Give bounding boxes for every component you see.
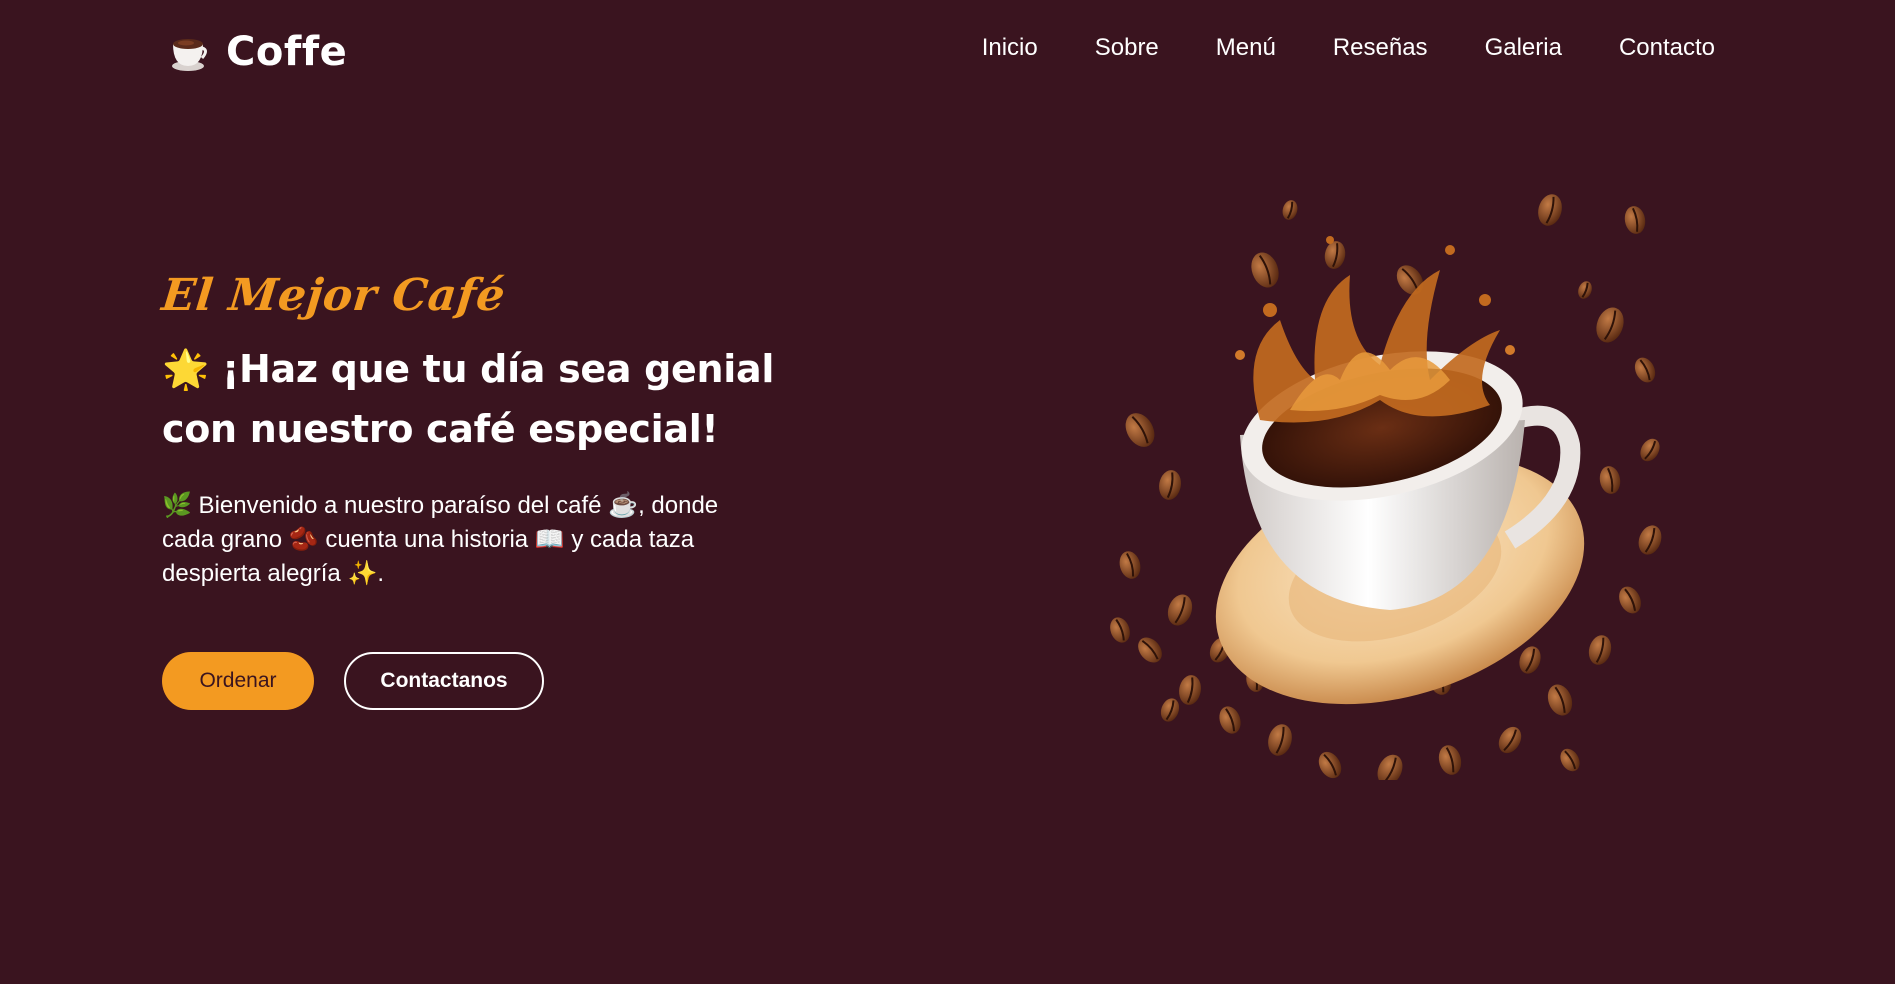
coffee-bean [1219, 706, 1241, 734]
brand-logo[interactable]: Coffe [166, 26, 347, 78]
intro-text: . [377, 560, 385, 587]
nav-item-contacto: Contacto [1619, 34, 1715, 62]
order-button[interactable]: Ordenar [162, 652, 314, 710]
coffee-bean [1578, 281, 1592, 299]
coffee-cup-icon [172, 39, 207, 71]
coffee-bean [1324, 241, 1346, 269]
nav-link-sobre[interactable]: Sobre [1095, 34, 1159, 61]
coffee-bean [1596, 307, 1624, 343]
coffee-bean [1251, 252, 1279, 288]
book-emoji-icon: 📖 [534, 526, 565, 553]
hero-headline-text: ¡Haz que tu día sea genial con nuestro c… [162, 347, 775, 451]
nav-link-galeria[interactable]: Galeria [1485, 34, 1562, 61]
top-navbar: Coffe Inicio Sobre Menú Reseñas Galeria … [0, 0, 1895, 106]
contact-button[interactable]: Contactanos [344, 652, 544, 710]
nav-link-menu[interactable]: Menú [1216, 34, 1276, 61]
coffee-bean [1640, 438, 1660, 462]
coffee-bean [1588, 635, 1612, 665]
coffee-bean [1318, 751, 1342, 779]
hero-intro: 🌿 Bienvenido a nuestro paraíso del café … [162, 489, 772, 591]
coffee-bean [1125, 413, 1155, 447]
nav-item-resenas: Reseñas [1333, 34, 1428, 62]
nav-link-inicio[interactable]: Inicio [982, 34, 1038, 61]
coffee-bean [1634, 357, 1656, 383]
nav-item-menu: Menú [1216, 34, 1276, 62]
coffee-bean [1547, 684, 1573, 716]
coffee-bean [1167, 594, 1193, 626]
hero-text: El Mejor Café 🌟 ¡Haz que tu día sea geni… [159, 270, 802, 591]
coffee-bean [1438, 745, 1462, 775]
coffee-emoji-icon: ☕ [608, 492, 639, 519]
coffee-bean [1519, 646, 1541, 674]
nav-item-inicio: Inicio [982, 34, 1038, 62]
coffee-bean [1268, 724, 1292, 756]
coffee-bean [1282, 200, 1298, 220]
coffee-bean [1538, 194, 1562, 226]
nav-link-resenas[interactable]: Reseñas [1333, 34, 1428, 61]
coffee-bean [1624, 206, 1646, 234]
coffee-bean [1599, 466, 1621, 494]
coffee-bean [1110, 617, 1130, 643]
nav-item-galeria: Galeria [1485, 34, 1562, 62]
hero-tagline: El Mejor Café [159, 270, 508, 321]
coffee-bean [1377, 754, 1403, 780]
hero-actions: Ordenar Contactanos [162, 652, 544, 710]
bean-emoji-icon: 🫘 [288, 526, 319, 553]
coffee-bean [1159, 470, 1181, 500]
nav-item-sobre: Sobre [1095, 34, 1159, 62]
coffee-bean [1138, 637, 1162, 663]
brand-name: Coffe [226, 29, 348, 75]
coffee-bean [1560, 748, 1580, 772]
nav-link-contacto[interactable]: Contacto [1619, 34, 1715, 61]
coffee-bean [1619, 586, 1641, 614]
intro-text: Bienvenido a nuestro paraíso del café [191, 492, 609, 519]
intro-text: cuenta una historia [318, 526, 535, 553]
coffee-cup-splash-image [1110, 194, 1662, 780]
leaf-emoji-icon: 🌿 [162, 492, 192, 519]
main-menu: Inicio Sobre Menú Reseñas Galeria Contac… [982, 34, 1715, 62]
sparkles-emoji-icon: ✨ [347, 560, 378, 587]
coffee-bean [1119, 551, 1141, 579]
coffee-bean [1498, 726, 1522, 754]
star-emoji-icon: 🌟 [162, 347, 210, 391]
coffee-bean [1160, 698, 1180, 722]
coffee-bean [1179, 675, 1201, 705]
hero-headline: 🌟 ¡Haz que tu día sea genial con nuestro… [162, 339, 802, 459]
coffee-bean [1638, 525, 1662, 555]
